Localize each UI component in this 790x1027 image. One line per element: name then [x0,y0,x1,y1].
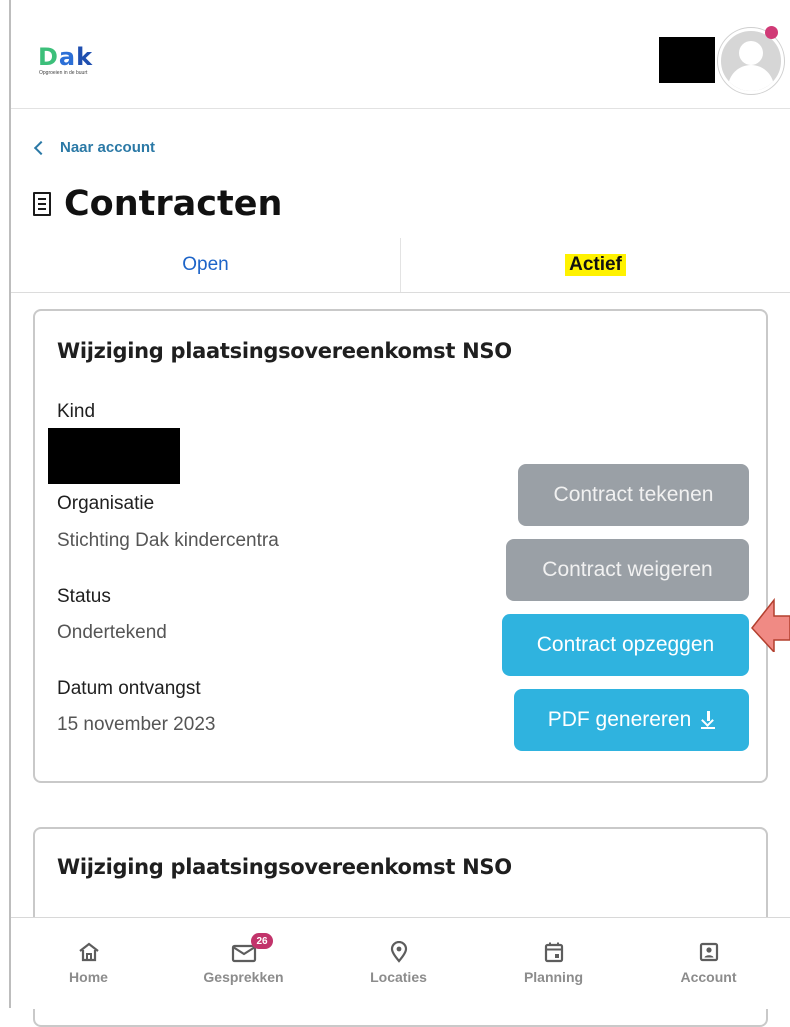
contract-opzeggen-label: Contract opzeggen [536,633,715,656]
nav-home[interactable]: Home [11,918,166,1009]
app-header: Dak Opgroeien in de buurt [11,0,790,109]
notification-dot [765,26,778,39]
pdf-genereren-label: PDF genereren [547,708,692,731]
status-label: Status [57,586,111,607]
left-border [9,0,11,1008]
location-pin-icon [390,941,407,963]
nav-gesprekken-label: Gesprekken [203,969,284,985]
contract-tekenen-label: Contract tekenen [553,483,714,506]
contract-opzeggen-button[interactable]: Contract opzeggen [502,614,749,676]
contract-weigeren-label: Contract weigeren [542,558,713,581]
status-value: Ondertekend [57,622,167,643]
nav-home-label: Home [69,969,108,985]
tab-actief[interactable]: Actief [400,238,790,292]
organisatie-label: Organisatie [57,493,155,514]
back-to-account-link[interactable]: Naar account [33,139,155,156]
redacted-child-name [48,428,180,484]
contract-title: Wijziging plaatsingsovereenkomst NSO [57,339,512,363]
datum-label: Datum ontvangst [57,678,201,699]
logo-wordmark: Dak [38,43,94,71]
download-icon [701,711,716,729]
tab-actief-label: Actief [565,254,626,276]
annotation-arrow-icon [751,597,790,652]
home-icon [78,942,99,962]
contract-card: Wijziging plaatsingsovereenkomst NSO Kin… [33,309,768,783]
tab-open[interactable]: Open [11,238,400,292]
back-link-label: Naar account [60,139,156,156]
contract-weigeren-button[interactable]: Contract weigeren [506,539,749,601]
datum-value: 15 november 2023 [57,714,216,735]
page-title: Contracten [64,184,283,224]
account-icon [699,942,718,962]
nav-account[interactable]: Account [631,918,786,1009]
nav-locaties[interactable]: Locaties [321,918,476,1009]
contract-title: Wijziging plaatsingsovereenkomst NSO [57,855,512,879]
page-title-row: Contracten [33,184,282,224]
contract-tabs: Open Actief [11,238,790,293]
bottom-navigation: Home 26 Gesprekken Locaties Planning Acc… [11,917,790,1009]
calendar-icon [544,942,563,963]
organisatie-value: Stichting Dak kindercentra [57,530,279,551]
document-list-icon [33,192,51,216]
contract-tekenen-button[interactable]: Contract tekenen [518,464,749,526]
unread-badge: 26 [251,933,273,949]
nav-account-label: Account [680,969,737,985]
logo-tagline: Opgroeien in de buurt [39,70,88,76]
nav-planning-label: Planning [523,969,584,985]
chevron-left-icon [33,140,49,155]
nav-locaties-label: Locaties [370,969,427,985]
dak-logo[interactable]: Dak Opgroeien in de buurt [38,43,128,82]
nav-planning[interactable]: Planning [476,918,631,1009]
redacted-name [659,37,715,83]
pdf-genereren-button[interactable]: PDF genereren [514,689,749,751]
nav-gesprekken[interactable]: 26 Gesprekken [166,918,321,1009]
tab-open-label: Open [182,254,229,275]
kind-label: Kind [57,401,96,422]
